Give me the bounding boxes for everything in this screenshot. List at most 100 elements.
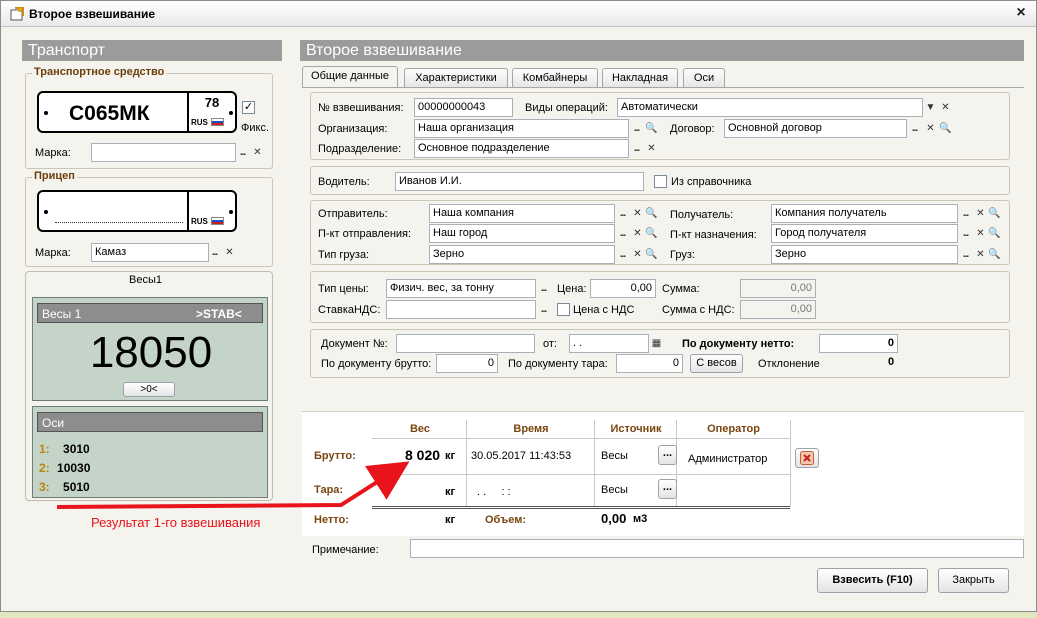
- organization-label: Организация:: [318, 123, 388, 135]
- doc-gross-label: По документу брутто:: [321, 358, 432, 370]
- cargo-type-search-icon[interactable]: 🔍: [644, 246, 659, 263]
- title-bar: Второе взвешивание ×: [1, 1, 1036, 27]
- division-clear-icon[interactable]: ✕: [644, 140, 659, 157]
- weigh-button[interactable]: Взвесить (F10): [817, 568, 928, 593]
- clear-gross-button[interactable]: [795, 448, 819, 468]
- window-close-icon[interactable]: ×: [1012, 4, 1030, 22]
- doc-tare-field[interactable]: 0: [616, 354, 683, 373]
- division-select-button[interactable]: ...: [629, 140, 644, 157]
- fix-checkbox[interactable]: ✓: [242, 101, 255, 114]
- receiver-search-icon[interactable]: 🔍: [987, 205, 1002, 222]
- destination-field[interactable]: Город получателя: [771, 224, 958, 243]
- cargo-search-icon[interactable]: 🔍: [987, 246, 1002, 263]
- from-reference-checkbox[interactable]: [654, 175, 667, 188]
- contract-field[interactable]: Основной договор: [724, 119, 907, 138]
- vehicle-plate-region: 78: [204, 95, 220, 110]
- tab-characteristics[interactable]: Характеристики: [404, 68, 508, 87]
- from-scales-button[interactable]: С весов: [690, 354, 743, 373]
- sender-search-icon[interactable]: 🔍: [644, 205, 659, 222]
- vat-rate-label: СтавкаНДС:: [318, 304, 381, 316]
- axles-list: 1: 3010 2: 10030 3: 5010: [39, 440, 90, 497]
- cargo-clear-icon[interactable]: ✕: [973, 246, 988, 263]
- price-field[interactable]: 0,00: [590, 279, 656, 298]
- doc-gross-field[interactable]: 0: [436, 354, 498, 373]
- contract-clear-icon[interactable]: ✕: [923, 120, 938, 137]
- doc-net-field[interactable]: 0: [819, 334, 898, 353]
- operation-types-dropdown-icon[interactable]: ▼: [923, 99, 938, 116]
- tab-axles[interactable]: Оси: [683, 68, 725, 87]
- transport-header: Транспорт: [22, 40, 282, 61]
- vehicle-brand-field[interactable]: [91, 143, 236, 162]
- tab-waybill[interactable]: Накладная: [602, 68, 678, 87]
- note-field[interactable]: [410, 539, 1024, 558]
- operation-types-clear-icon[interactable]: ✕: [938, 99, 953, 116]
- destination-label: П-кт назначения:: [670, 229, 757, 241]
- fix-label: Фикс.: [241, 122, 269, 134]
- destination-search-icon[interactable]: 🔍: [987, 225, 1002, 242]
- sender-field[interactable]: Наша компания: [429, 204, 615, 223]
- destination-clear-icon[interactable]: ✕: [973, 225, 988, 242]
- departure-field[interactable]: Наш город: [429, 224, 615, 243]
- price-type-field[interactable]: Физич. вес, за тонну: [386, 279, 536, 298]
- scale-weight-readout: 18050: [89, 328, 213, 377]
- contract-search-icon[interactable]: 🔍: [938, 120, 953, 137]
- operation-types-select[interactable]: Автоматически: [617, 98, 923, 117]
- note-label: Примечание:: [312, 544, 379, 556]
- cargo-type-field[interactable]: Зерно: [429, 245, 615, 264]
- sender-clear-icon[interactable]: ✕: [630, 205, 645, 222]
- operation-types-label: Виды операций:: [525, 102, 608, 114]
- destination-select-button[interactable]: ...: [958, 225, 973, 242]
- vehicle-brand-select-button[interactable]: ...: [235, 144, 250, 161]
- col-time: Время: [513, 423, 549, 435]
- scale-display: Весы 1 >STAB< 18050 >0<: [32, 297, 268, 401]
- scale-title-bar: Весы 1 >STAB<: [37, 303, 263, 323]
- cargo-field[interactable]: Зерно: [771, 245, 958, 264]
- trailer-brand-field[interactable]: Камаз: [91, 243, 209, 262]
- document-date-field[interactable]: . .: [569, 334, 649, 353]
- cargo-type-clear-icon[interactable]: ✕: [630, 246, 645, 263]
- vehicle-plate-country: RUS: [191, 118, 208, 127]
- gross-source-select-button[interactable]: ...: [658, 445, 677, 465]
- organization-select-button[interactable]: ...: [629, 120, 644, 137]
- calendar-icon[interactable]: ▦: [649, 335, 664, 352]
- cargo-select-button[interactable]: ...: [958, 246, 973, 263]
- departure-search-icon[interactable]: 🔍: [644, 225, 659, 242]
- receiver-select-button[interactable]: ...: [958, 205, 973, 222]
- sum-label: Сумма:: [662, 283, 700, 295]
- scale-tab-label[interactable]: Весы1: [129, 274, 162, 286]
- price-with-vat-checkbox[interactable]: [557, 303, 570, 316]
- trailer-brand-select-button[interactable]: ...: [207, 244, 222, 261]
- zero-button[interactable]: >0<: [123, 382, 175, 397]
- contract-select-button[interactable]: ...: [907, 120, 922, 137]
- weighing-number-field[interactable]: 00000000043: [414, 98, 513, 117]
- trailer-group-title: Прицеп: [32, 170, 77, 182]
- sender-select-button[interactable]: ...: [615, 205, 630, 222]
- receiver-field[interactable]: Компания получатель: [771, 204, 958, 223]
- vat-rate-select-button[interactable]: ...: [536, 301, 551, 318]
- departure-select-button[interactable]: ...: [615, 225, 630, 242]
- receiver-clear-icon[interactable]: ✕: [973, 205, 988, 222]
- driver-field[interactable]: Иванов И.И.: [395, 172, 644, 191]
- tab-combiners[interactable]: Комбайнеры: [512, 68, 598, 87]
- departure-clear-icon[interactable]: ✕: [630, 225, 645, 242]
- tab-general[interactable]: Общие данные: [302, 66, 398, 87]
- cargo-type-select-button[interactable]: ...: [615, 246, 630, 263]
- document-number-field[interactable]: [396, 334, 535, 353]
- vehicle-brand-clear-icon[interactable]: ✕: [250, 144, 265, 161]
- division-field[interactable]: Основное подразделение: [414, 139, 629, 158]
- close-button[interactable]: Закрыть: [938, 568, 1009, 593]
- vehicle-plate: С065МК 78 RUS: [37, 91, 237, 133]
- vat-rate-field[interactable]: [386, 300, 536, 319]
- volume-value: 0,00: [601, 511, 627, 526]
- volume-label: Объем:: [485, 514, 526, 526]
- axle-row: 3: 5010: [39, 480, 90, 494]
- doc-net-label: По документу нетто:: [682, 338, 795, 350]
- tare-source-select-button[interactable]: ...: [658, 479, 677, 499]
- trailer-brand-clear-icon[interactable]: ✕: [222, 244, 237, 261]
- price-type-select-button[interactable]: ...: [536, 280, 551, 297]
- organization-search-icon[interactable]: 🔍: [644, 120, 659, 137]
- russia-flag-icon: [211, 118, 224, 126]
- organization-field[interactable]: Наша организация: [414, 119, 629, 138]
- tare-time: . . : :: [477, 486, 511, 498]
- price-with-vat-label: Цена с НДС: [573, 304, 635, 316]
